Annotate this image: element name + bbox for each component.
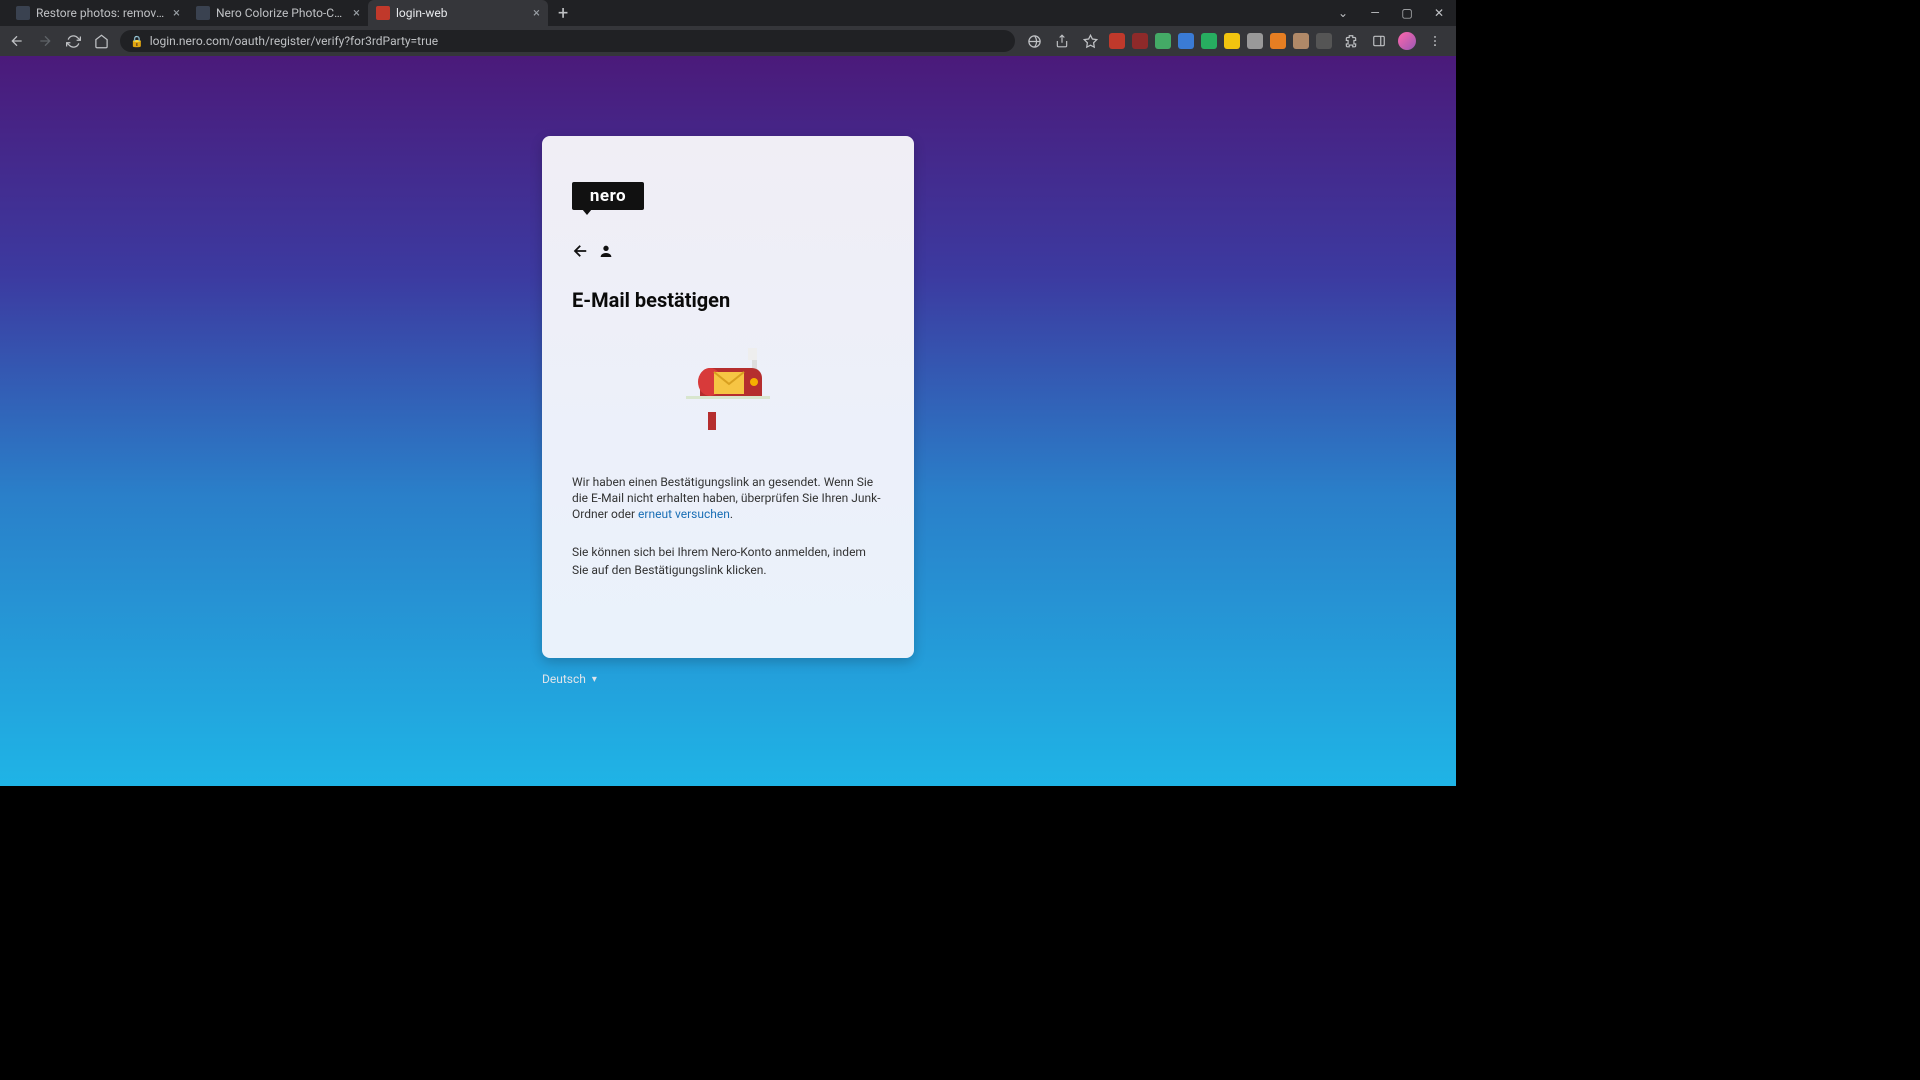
- extension-icon-1[interactable]: [1132, 33, 1148, 49]
- tab-title: Nero Colorize Photo-Colorize Y: [216, 6, 347, 20]
- extension-icon-4[interactable]: [1201, 33, 1217, 49]
- retry-link[interactable]: erneut versuchen: [638, 507, 730, 521]
- extension-icon-2[interactable]: [1155, 33, 1171, 49]
- favicon-icon: [196, 6, 210, 20]
- home-button[interactable]: [92, 32, 110, 50]
- back-button[interactable]: [8, 32, 26, 50]
- tab-restore-photos[interactable]: Restore photos: remove scratche ×: [8, 0, 188, 26]
- extension-icon-5[interactable]: [1224, 33, 1240, 49]
- person-icon: [598, 243, 614, 263]
- extension-icon-9[interactable]: [1316, 33, 1332, 49]
- tab-title: login-web: [396, 6, 527, 20]
- close-window-icon[interactable]: ✕: [1432, 6, 1446, 20]
- address-bar[interactable]: 🔒 login.nero.com/oauth/register/verify?f…: [120, 30, 1015, 52]
- extension-icon-6[interactable]: [1247, 33, 1263, 49]
- instruction-text-1: Wir haben einen Bestätigungslink an gese…: [572, 474, 884, 523]
- menu-icon[interactable]: [1426, 32, 1444, 50]
- extensions-icon[interactable]: [1342, 32, 1360, 50]
- translate-icon[interactable]: [1025, 32, 1043, 50]
- reload-button[interactable]: [64, 32, 82, 50]
- bookmark-icon[interactable]: [1081, 32, 1099, 50]
- close-icon[interactable]: ×: [533, 6, 540, 21]
- tab-login-web[interactable]: login-web ×: [368, 0, 548, 26]
- sidepanel-icon[interactable]: [1370, 32, 1388, 50]
- taskbar: [0, 1050, 1920, 1080]
- profile-avatar[interactable]: [1398, 32, 1416, 50]
- tab-title: Restore photos: remove scratche: [36, 6, 167, 20]
- favicon-icon: [16, 6, 30, 20]
- new-tab-button[interactable]: +: [548, 3, 578, 24]
- close-icon[interactable]: ×: [173, 6, 180, 21]
- share-icon[interactable]: [1053, 32, 1071, 50]
- nero-logo: nero: [572, 182, 644, 210]
- extension-icon-3[interactable]: [1178, 33, 1194, 49]
- back-arrow-button[interactable]: [572, 242, 590, 264]
- extension-icon-8[interactable]: [1293, 33, 1309, 49]
- favicon-icon: [376, 6, 390, 20]
- instruction-text-2: Sie können sich bei Ihrem Nero-Konto anm…: [572, 543, 884, 579]
- tab-nero-colorize[interactable]: Nero Colorize Photo-Colorize Y ×: [188, 0, 368, 26]
- lock-icon: 🔒: [130, 35, 144, 48]
- maximize-icon[interactable]: ▢: [1400, 6, 1414, 20]
- extension-icon-7[interactable]: [1270, 33, 1286, 49]
- forward-button[interactable]: [36, 32, 54, 50]
- url-text: login.nero.com/oauth/register/verify?for…: [150, 34, 438, 48]
- language-selector[interactable]: Deutsch ▾: [542, 672, 914, 686]
- mailbox-icon: [572, 348, 884, 432]
- language-label: Deutsch: [542, 672, 586, 686]
- chevron-down-icon[interactable]: ⌄: [1336, 6, 1350, 20]
- page-content: nero E-Mail bestätigen W: [0, 56, 1456, 786]
- verify-card: nero E-Mail bestätigen W: [542, 136, 914, 658]
- extension-icon-0[interactable]: [1109, 33, 1125, 49]
- close-icon[interactable]: ×: [353, 6, 360, 21]
- card-heading: E-Mail bestätigen: [572, 288, 884, 312]
- chevron-down-icon: ▾: [592, 674, 597, 685]
- minimize-icon[interactable]: —: [1368, 6, 1382, 20]
